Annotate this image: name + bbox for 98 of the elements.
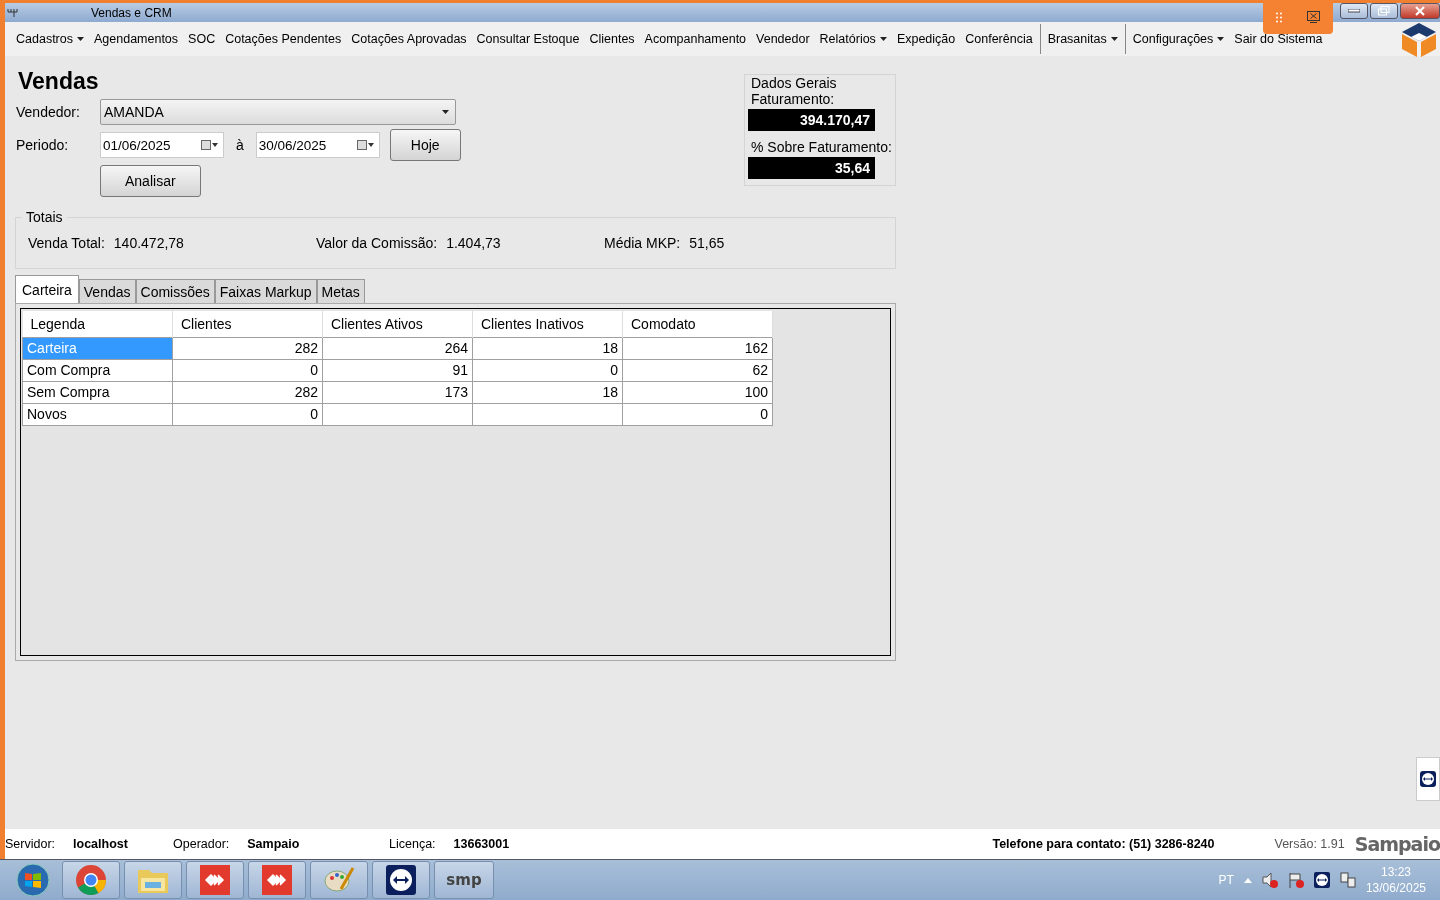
table-cell: 0: [472, 359, 623, 381]
value-display: 35,64: [748, 157, 875, 179]
table-cell: 62: [622, 359, 773, 381]
table-cell: 18: [472, 337, 623, 359]
side-panel-tab[interactable]: [1416, 757, 1440, 801]
minimize-icon: [1348, 9, 1360, 13]
table-cell: 0: [172, 359, 323, 381]
company-logo: Sampaio: [1354, 833, 1440, 855]
column-header[interactable]: Clientes: [172, 311, 323, 337]
range-separator: à: [235, 137, 245, 153]
status-value: Sampaio: [247, 837, 300, 851]
table-cell: 100: [622, 381, 773, 403]
status-label: Licença:: [389, 837, 436, 851]
teamviewer-icon: [386, 865, 416, 895]
restore-button[interactable]: [1370, 3, 1398, 19]
page-title: Vendas: [18, 68, 100, 95]
drag-handle-icon[interactable]: [1275, 11, 1282, 23]
menu-item[interactable]: Sair do Sistema: [1229, 30, 1328, 48]
column-header[interactable]: Clientes Inativos: [472, 311, 623, 337]
teamviewer-icon[interactable]: [1313, 872, 1330, 888]
analyze-button[interactable]: Analisar: [100, 165, 201, 197]
tab[interactable]: Carteira: [15, 275, 79, 303]
table-cell: 0: [172, 403, 323, 425]
caret-icon: [442, 110, 449, 114]
menu-item[interactable]: Vendedor: [751, 30, 815, 48]
palette-icon: [323, 865, 355, 895]
column-header[interactable]: Clientes Ativos: [322, 311, 473, 337]
restore-icon: [1378, 6, 1390, 16]
status-label: Operador:: [173, 837, 230, 851]
vendedor-dropdown[interactable]: AMANDA: [100, 99, 456, 125]
table-cell: 264: [322, 337, 473, 359]
menu-item[interactable]: Cotações Pendentes: [220, 30, 347, 48]
tab[interactable]: Metas: [316, 279, 365, 303]
menu-item[interactable]: Expedição: [891, 30, 961, 48]
menu-item[interactable]: Brasanitas: [1042, 30, 1123, 48]
table-cell[interactable]: Novos: [22, 403, 173, 425]
status-label: Servidor:: [5, 837, 56, 851]
tab[interactable]: Comissões: [135, 279, 215, 303]
menu-item[interactable]: Relatórios: [814, 30, 892, 48]
chrome-icon: [75, 864, 107, 896]
field-label: Vendedor:: [15, 104, 81, 120]
muted-speaker-icon[interactable]: [1261, 872, 1278, 888]
column-header[interactable]: Legenda: [22, 311, 173, 337]
calendar-icon: [201, 140, 219, 150]
table-cell[interactable]: Sem Compra: [22, 381, 173, 403]
date-field[interactable]: 01/06/2025: [100, 132, 224, 158]
table-cell: 282: [172, 337, 323, 359]
taskbar-app[interactable]: smp: [434, 861, 494, 899]
anydesk-icon: [200, 865, 230, 895]
version-label: Versão: 1.91: [1274, 837, 1345, 851]
table-cell[interactable]: Com Compra: [22, 359, 173, 381]
table-cell: 18: [472, 381, 623, 403]
table-cell: 162: [622, 337, 773, 359]
field-value: 1.404,73: [446, 235, 501, 251]
app-icon: [7, 7, 21, 18]
menu-item[interactable]: Conferência: [960, 30, 1038, 48]
menu-item[interactable]: Consultar Estoque: [471, 30, 585, 48]
status-value: localhost: [73, 837, 128, 851]
field-label: Periodo:: [15, 137, 70, 153]
field-label: Valor da Comissão:: [316, 235, 438, 251]
calendar-icon: [356, 140, 375, 150]
table-cell: 0: [622, 403, 773, 425]
teamviewer-icon: [1420, 771, 1436, 787]
column-header[interactable]: Comodato: [622, 311, 773, 337]
network-icon[interactable]: [1339, 872, 1356, 888]
minimize-button[interactable]: [1340, 3, 1368, 19]
field-value: 51,65: [689, 235, 725, 251]
menu-item[interactable]: Configurações: [1127, 30, 1230, 48]
menu-item[interactable]: Agendamentos: [89, 30, 184, 48]
table-cell: 173: [322, 381, 473, 403]
table-cell: 282: [172, 381, 323, 403]
table-cell: 91: [322, 359, 473, 381]
field-label: % Sobre Faturamento:: [751, 139, 893, 155]
close-icon: [1415, 6, 1425, 16]
tab[interactable]: Vendas: [78, 279, 136, 303]
disconnect-icon[interactable]: [1307, 11, 1321, 23]
field-label: Média MKP:: [604, 235, 681, 251]
field-value: 140.472,78: [113, 235, 184, 251]
taskbar-app[interactable]: [372, 861, 430, 899]
window-title: Vendas e CRM: [91, 5, 172, 20]
contact-phone: Telefone para contato: (51) 3286-8240: [992, 837, 1215, 851]
panel-title: Totais: [22, 209, 67, 225]
close-button[interactable]: [1400, 3, 1440, 19]
field-label: Venda Total:: [28, 235, 105, 251]
flag-icon[interactable]: [1287, 872, 1304, 888]
value-display: 394.170,47: [748, 109, 875, 131]
panel-title: Dados Gerais: [751, 75, 839, 91]
menu-item[interactable]: Acompanhamento: [639, 30, 752, 48]
anydesk-icon: [262, 865, 292, 895]
status-value: 13663001: [453, 837, 510, 851]
menu-item[interactable]: Cadastros: [11, 30, 89, 48]
menu-item[interactable]: Clientes: [584, 30, 640, 48]
tab[interactable]: Faixas Markup: [214, 279, 317, 303]
menu-item[interactable]: SOC: [183, 30, 221, 48]
today-button[interactable]: Hoje: [389, 129, 461, 161]
field-label: Faturamento:: [751, 91, 836, 107]
date-field[interactable]: 30/06/2025: [255, 132, 380, 158]
menu-item[interactable]: Cotações Aprovadas: [346, 30, 472, 48]
